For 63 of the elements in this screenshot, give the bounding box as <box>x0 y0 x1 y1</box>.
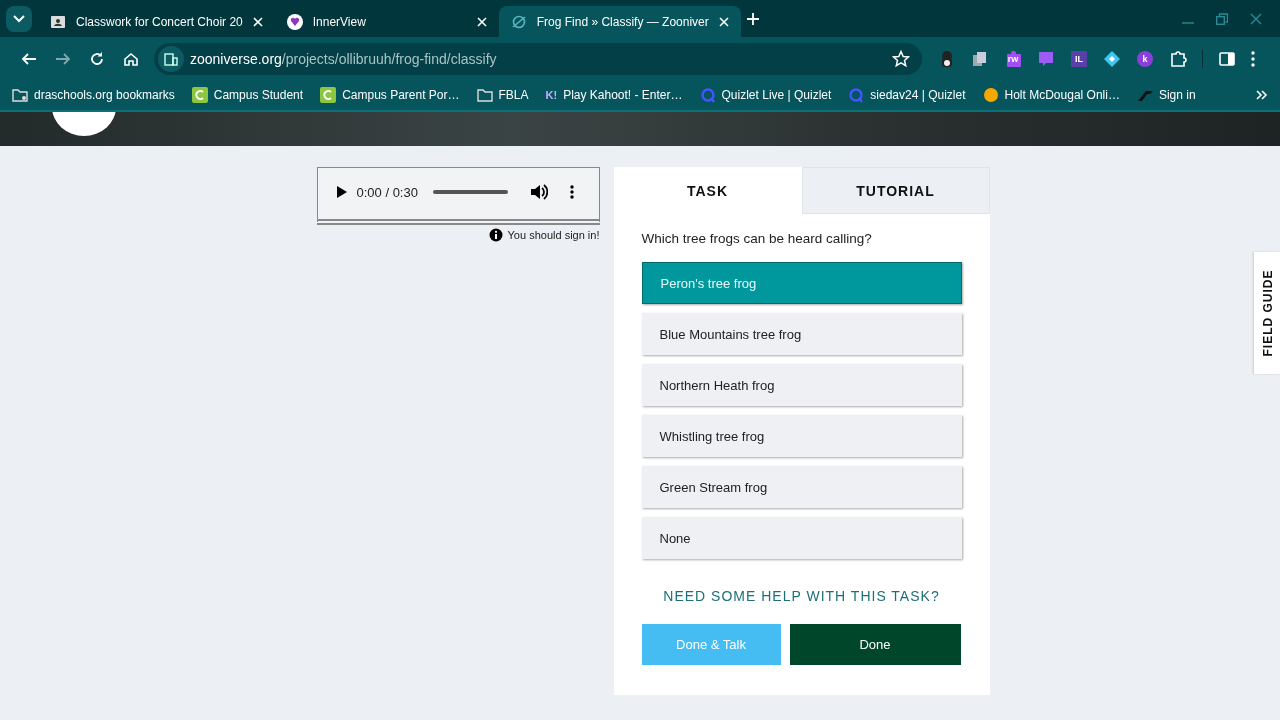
bookmark[interactable]: Campus Student <box>191 87 304 103</box>
ring-icon <box>510 13 527 30</box>
plus-icon <box>746 12 759 25</box>
address-bar[interactable]: zooniverse.org/projects/ollibruuh/frog-find/classify <box>154 42 922 75</box>
q-logo-icon <box>699 87 716 103</box>
puzzle-piece-icon[interactable] <box>1169 49 1187 68</box>
bookmark[interactable]: FBLA <box>476 87 529 103</box>
bookmark[interactable]: siedav24 | Quizlet <box>848 87 966 103</box>
time-readout: 0:00 / 0:30 <box>356 184 418 200</box>
answer-option[interactable]: Whistling tree frog <box>641 415 962 457</box>
bookmark[interactable]: draschools.org bookmarks <box>12 87 175 103</box>
browser-tab[interactable]: Classwork for Concert Choir 20 <box>38 6 275 37</box>
bookmark[interactable]: K! Play Kahoot! - Enter… <box>545 88 683 102</box>
done-button[interactable]: Done <box>789 624 961 665</box>
play-icon[interactable] <box>335 185 348 199</box>
more-vertical-icon[interactable] <box>1251 50 1255 67</box>
extension-icon[interactable]: k <box>1136 49 1154 68</box>
c-logo-icon <box>320 87 337 103</box>
reload-icon[interactable] <box>89 50 105 67</box>
tab-title: Frog Find » Classify — Zooniver <box>536 14 709 29</box>
url-text: zooniverse.org/projects/ollibruuh/frog-find/classify <box>190 50 497 67</box>
bookmark[interactable]: Campus Parent Por… <box>320 87 460 103</box>
diamond-icon[interactable] <box>1103 49 1121 68</box>
tab-title: Classwork for Concert Choir 20 <box>76 14 243 29</box>
star-icon[interactable] <box>892 49 910 68</box>
help-link[interactable]: NEED SOME HELP WITH THIS TASK? <box>641 588 962 604</box>
field-guide-tab[interactable]: FIELD GUIDE <box>1254 252 1280 374</box>
folder-icon <box>12 87 28 103</box>
answer-option[interactable]: Blue Mountains tree frog <box>641 313 962 355</box>
extension-icon[interactable]: IL <box>1070 49 1088 68</box>
side-panel-icon[interactable] <box>1218 49 1236 68</box>
dot-icon <box>982 87 999 103</box>
more-vertical-icon[interactable] <box>569 185 574 199</box>
browser-tab[interactable]: InnerView <box>274 6 499 37</box>
sign-in-notice: You should sign in! <box>507 229 600 241</box>
panel-tab[interactable]: TUTORIAL <box>801 167 990 214</box>
answer-option[interactable]: Green Stream frog <box>641 466 962 508</box>
answer-option[interactable]: None <box>641 517 962 559</box>
answer-option[interactable]: Northern Heath frog <box>641 364 962 406</box>
double-chevron-icon[interactable] <box>1256 89 1268 101</box>
browser-tab[interactable]: Frog Find » Classify — Zooniver <box>498 6 741 37</box>
bookmark[interactable]: Sign in <box>1136 87 1196 103</box>
kahoot-logo-icon: K! <box>545 89 558 101</box>
audio-player[interactable]: 0:00 / 0:30 <box>316 167 600 225</box>
bookmark[interactable]: Holt McDougal Onli… <box>982 87 1120 103</box>
presentation-icon <box>50 13 66 30</box>
progress-track[interactable] <box>432 190 508 194</box>
chevron-down-icon <box>13 14 25 23</box>
tab-search-button[interactable] <box>6 5 32 32</box>
forward-arrow-icon[interactable] <box>55 50 71 67</box>
q-logo-icon <box>848 87 865 103</box>
building-icon[interactable] <box>164 51 178 66</box>
home-icon[interactable] <box>123 50 139 67</box>
volume-icon[interactable] <box>529 184 548 200</box>
question-text: Which tree frogs can be heard calling? <box>641 231 873 246</box>
c-logo-icon <box>191 87 208 103</box>
bookmark[interactable]: Quizlet Live | Quizlet <box>699 87 832 103</box>
tab-title: InnerView <box>312 14 367 29</box>
restore-icon[interactable] <box>1216 12 1228 25</box>
info-icon <box>488 228 503 242</box>
documents-icon[interactable] <box>971 49 989 68</box>
back-arrow-icon[interactable] <box>21 50 37 67</box>
folder-icon <box>476 87 493 103</box>
